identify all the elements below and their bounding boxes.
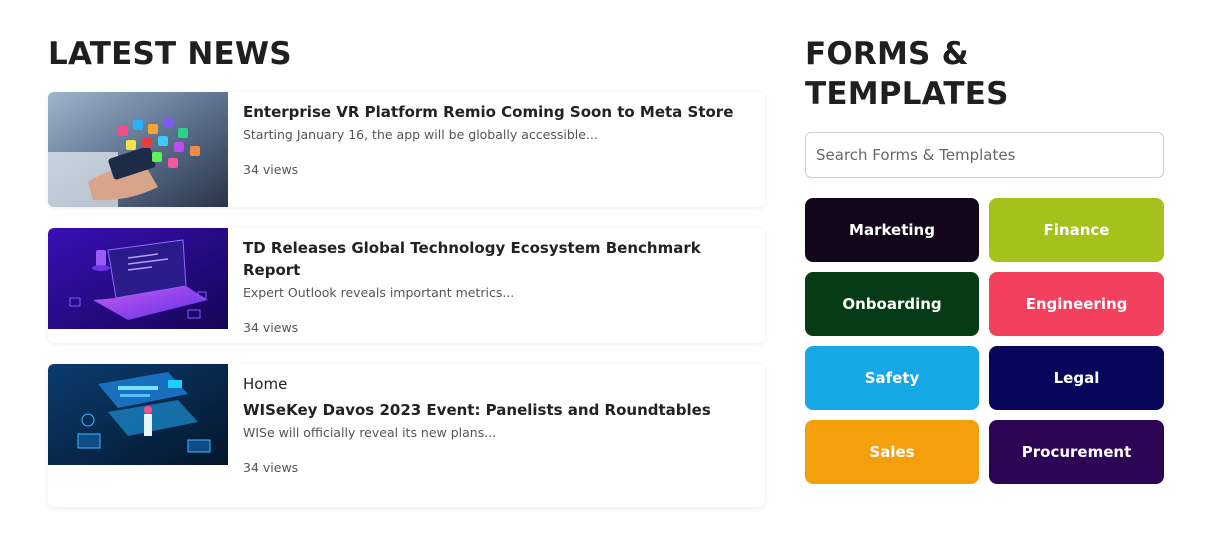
news-category[interactable]: Home bbox=[243, 373, 751, 395]
category-button-onboarding[interactable]: Onboarding bbox=[805, 272, 979, 336]
category-button-finance[interactable]: Finance bbox=[989, 198, 1164, 262]
news-title[interactable]: WISeKey Davos 2023 Event: Panelists and … bbox=[243, 399, 751, 421]
news-title[interactable]: Enterprise VR Platform Remio Coming Soon… bbox=[243, 101, 751, 123]
news-thumbnail-app-icons[interactable] bbox=[48, 92, 228, 207]
latest-news-section: LATEST NEWS Enterprise VR Platform Remio… bbox=[48, 34, 765, 528]
news-body: Enterprise VR Platform Remio Coming Soon… bbox=[228, 92, 765, 207]
category-button-sales[interactable]: Sales bbox=[805, 420, 979, 484]
category-button-procurement[interactable]: Procurement bbox=[989, 420, 1164, 484]
latest-news-heading: LATEST NEWS bbox=[48, 36, 292, 72]
category-button-legal[interactable]: Legal bbox=[989, 346, 1164, 410]
news-card[interactable]: Home WISeKey Davos 2023 Event: Panelists… bbox=[48, 364, 765, 507]
news-excerpt: WISe will officially reveal its new plan… bbox=[243, 425, 497, 440]
category-button-marketing[interactable]: Marketing bbox=[805, 198, 979, 262]
news-excerpt: Starting January 16, the app will be glo… bbox=[243, 127, 598, 142]
category-button-engineering[interactable]: Engineering bbox=[989, 272, 1164, 336]
forms-templates-section: FORMS & TEMPLATES Marketing Finance Onbo… bbox=[805, 34, 1164, 484]
news-views: 34 views bbox=[243, 162, 299, 177]
category-grid: Marketing Finance Onboarding Engineering… bbox=[805, 198, 1164, 484]
category-button-safety[interactable]: Safety bbox=[805, 346, 979, 410]
news-card[interactable]: Enterprise VR Platform Remio Coming Soon… bbox=[48, 92, 765, 207]
search-forms-input[interactable] bbox=[805, 132, 1164, 178]
forms-templates-heading: FORMS & TEMPLATES bbox=[805, 36, 1009, 112]
news-card[interactable]: TD Releases Global Technology Ecosystem … bbox=[48, 228, 765, 343]
news-title[interactable]: TD Releases Global Technology Ecosystem … bbox=[243, 237, 751, 281]
news-thumbnail-data-center[interactable] bbox=[48, 364, 228, 465]
news-body: TD Releases Global Technology Ecosystem … bbox=[228, 228, 765, 343]
news-excerpt: Expert Outlook reveals important metrics… bbox=[243, 285, 515, 300]
news-thumbnail-laptop[interactable] bbox=[48, 228, 228, 329]
news-body: Home WISeKey Davos 2023 Event: Panelists… bbox=[228, 364, 765, 507]
news-views: 34 views bbox=[243, 460, 299, 475]
news-views: 34 views bbox=[243, 320, 299, 335]
news-list: Enterprise VR Platform Remio Coming Soon… bbox=[48, 92, 765, 507]
